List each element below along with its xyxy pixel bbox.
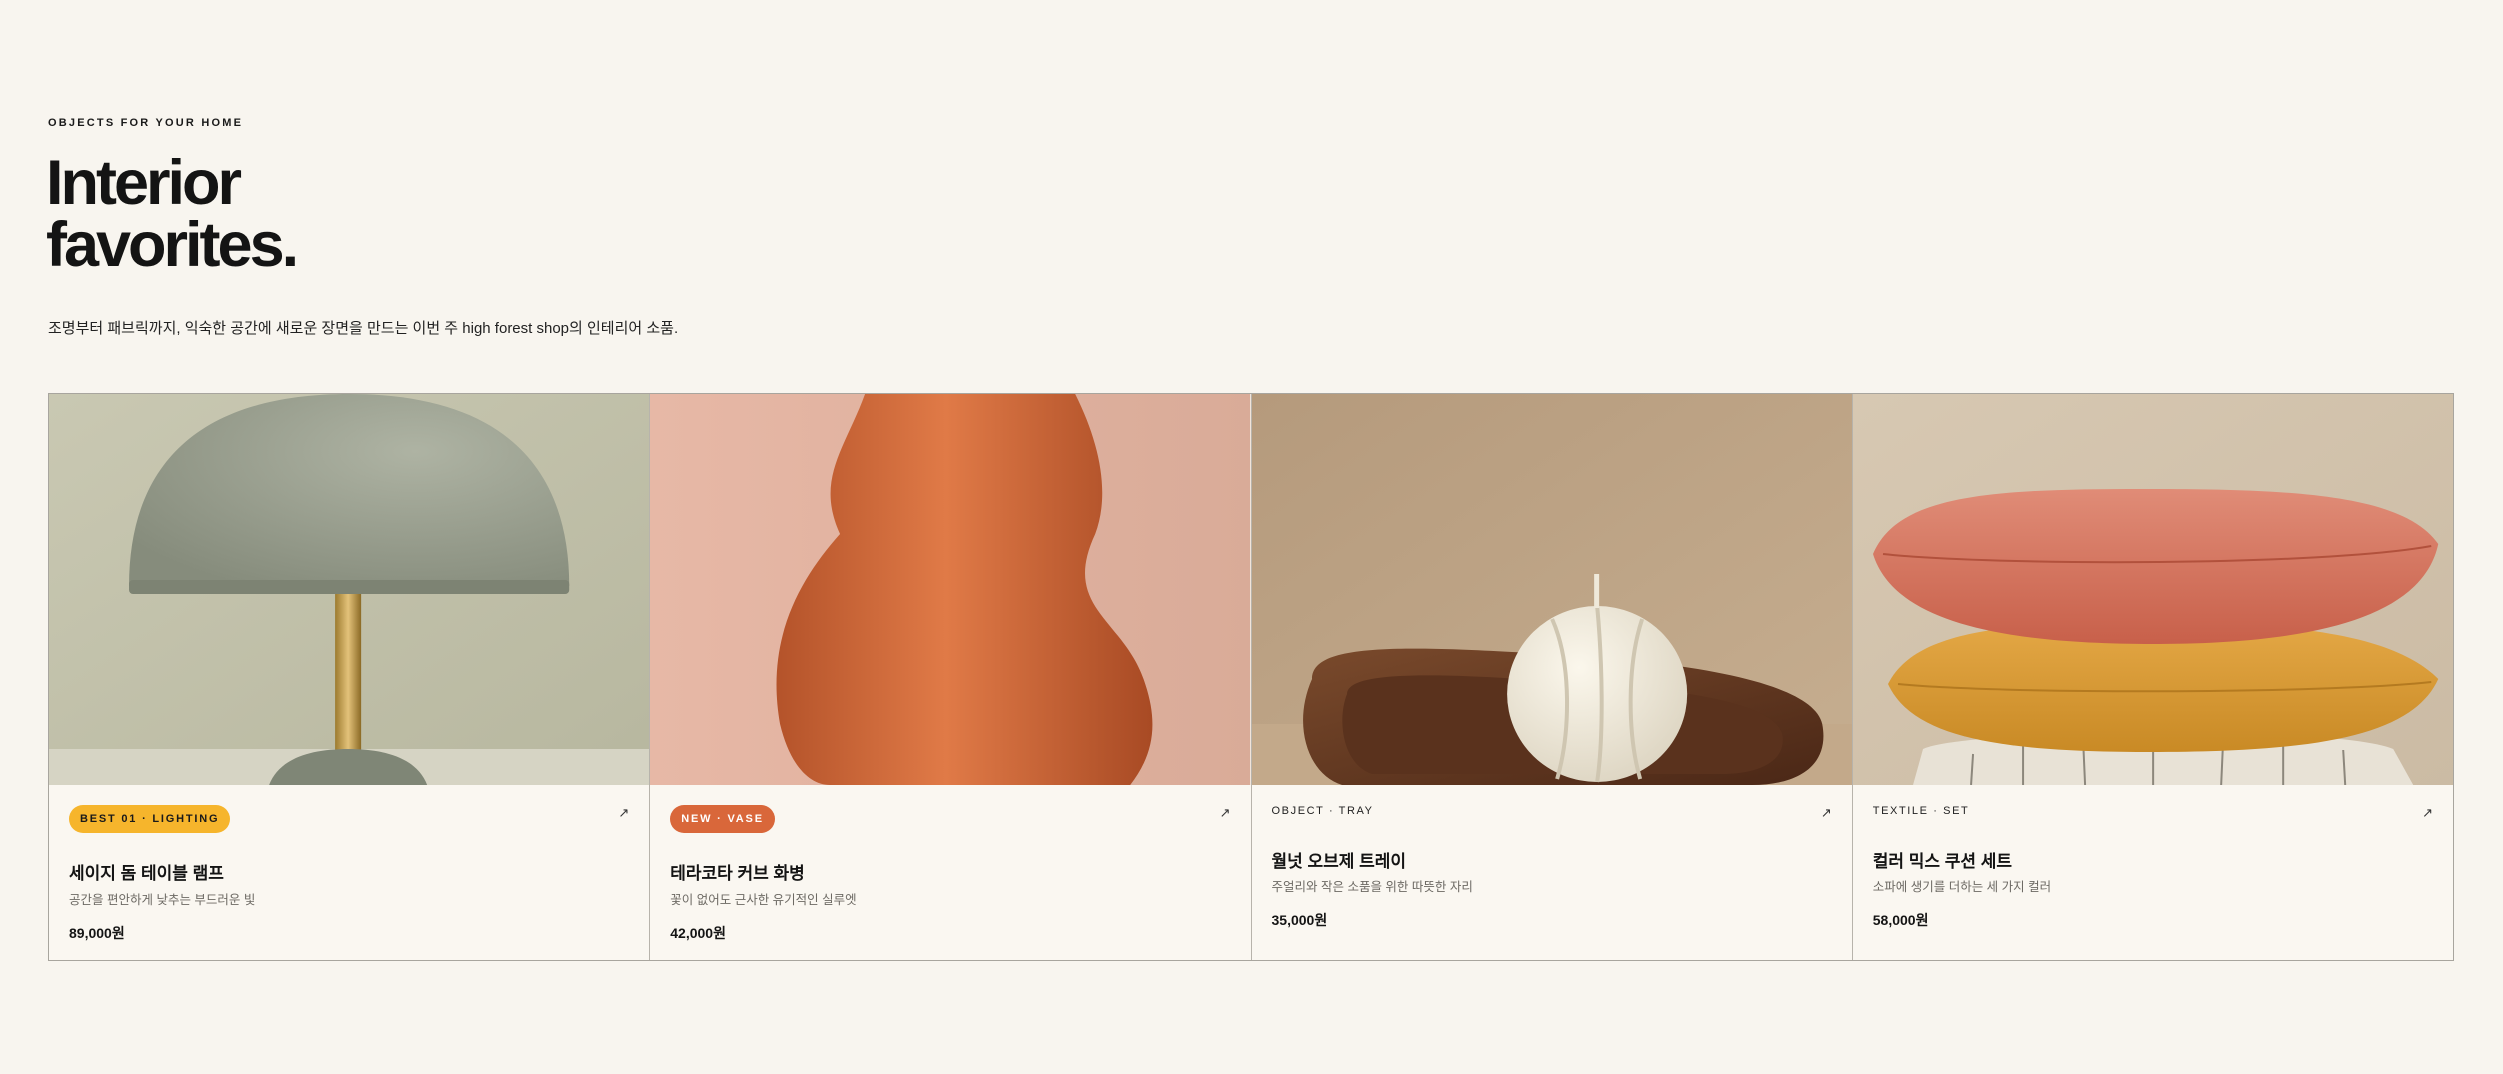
arrow-up-right-icon[interactable]: ↗ — [618, 805, 629, 821]
product-name[interactable]: 월넛 오브제 트레이 — [1272, 847, 1407, 872]
product-category-tag: TEXTILE · SET — [1872, 805, 1970, 817]
product-category-tag: OBJECT · TRAY — [1271, 805, 1374, 817]
product-card-cushions[interactable]: TEXTILE · SET ↗ 컬러 믹스 쿠션 세트 소파에 생기를 더하는 … — [1852, 394, 2453, 960]
product-description: 주얼리와 작은 소품을 위한 따뜻한 자리 — [1271, 880, 1473, 894]
product-image-cushions — [1852, 394, 2453, 785]
product-description: 소파에 생기를 더하는 세 가지 컬러 — [1872, 880, 2052, 894]
arrow-up-right-icon[interactable]: ↗ — [2422, 805, 2433, 821]
page-title-line2: favorites. — [46, 210, 299, 280]
product-price: 89,000원 — [69, 925, 125, 941]
product-card-tray[interactable]: OBJECT · TRAY ↗ 월넛 오브제 트레이 주얼리와 작은 소품을 위… — [1251, 394, 1853, 960]
product-image-tray — [1251, 394, 1852, 785]
product-price: 58,000원 — [1872, 912, 1929, 928]
page-title-line1: Interior — [46, 148, 242, 218]
arrow-up-right-icon[interactable]: ↗ — [1821, 805, 1832, 821]
product-price: 35,000원 — [1271, 912, 1328, 928]
arrow-up-right-icon[interactable]: ↗ — [1220, 805, 1231, 821]
product-name[interactable]: 테라코타 커브 화병 — [670, 859, 805, 884]
product-description: 꽃이 없어도 근사한 유기적인 실루엣 — [670, 893, 857, 907]
product-image-vase — [650, 394, 1251, 785]
product-badge: BEST 01 · LIGHTING — [69, 805, 231, 833]
section-eyebrow: OBJECTS FOR YOUR HOME — [48, 117, 244, 129]
product-card-vase[interactable]: NEW · VASE ↗ 테라코타 커브 화병 꽃이 없어도 근사한 유기적인 … — [650, 394, 1252, 960]
product-name[interactable]: 세이지 돔 테이블 램프 — [69, 859, 224, 884]
product-name[interactable]: 컬러 믹스 쿠션 세트 — [1873, 847, 2012, 872]
product-description: 공간을 편안하게 낮추는 부드러운 빛 — [69, 893, 256, 907]
page-title: Interior favorites. — [46, 152, 299, 277]
page-subtitle: 조명부터 패브릭까지, 익숙한 공간에 새로운 장면을 만드는 이번 주 hig… — [48, 320, 679, 337]
product-badge: NEW · VASE — [670, 805, 775, 833]
product-card-lamp[interactable]: BEST 01 · LIGHTING ↗ 세이지 돔 테이블 램프 공간을 편안… — [49, 394, 651, 960]
product-price: 42,000원 — [670, 925, 726, 941]
product-grid: BEST 01 · LIGHTING ↗ 세이지 돔 테이블 램프 공간을 편안… — [48, 393, 2454, 961]
product-image-lamp — [49, 394, 650, 785]
